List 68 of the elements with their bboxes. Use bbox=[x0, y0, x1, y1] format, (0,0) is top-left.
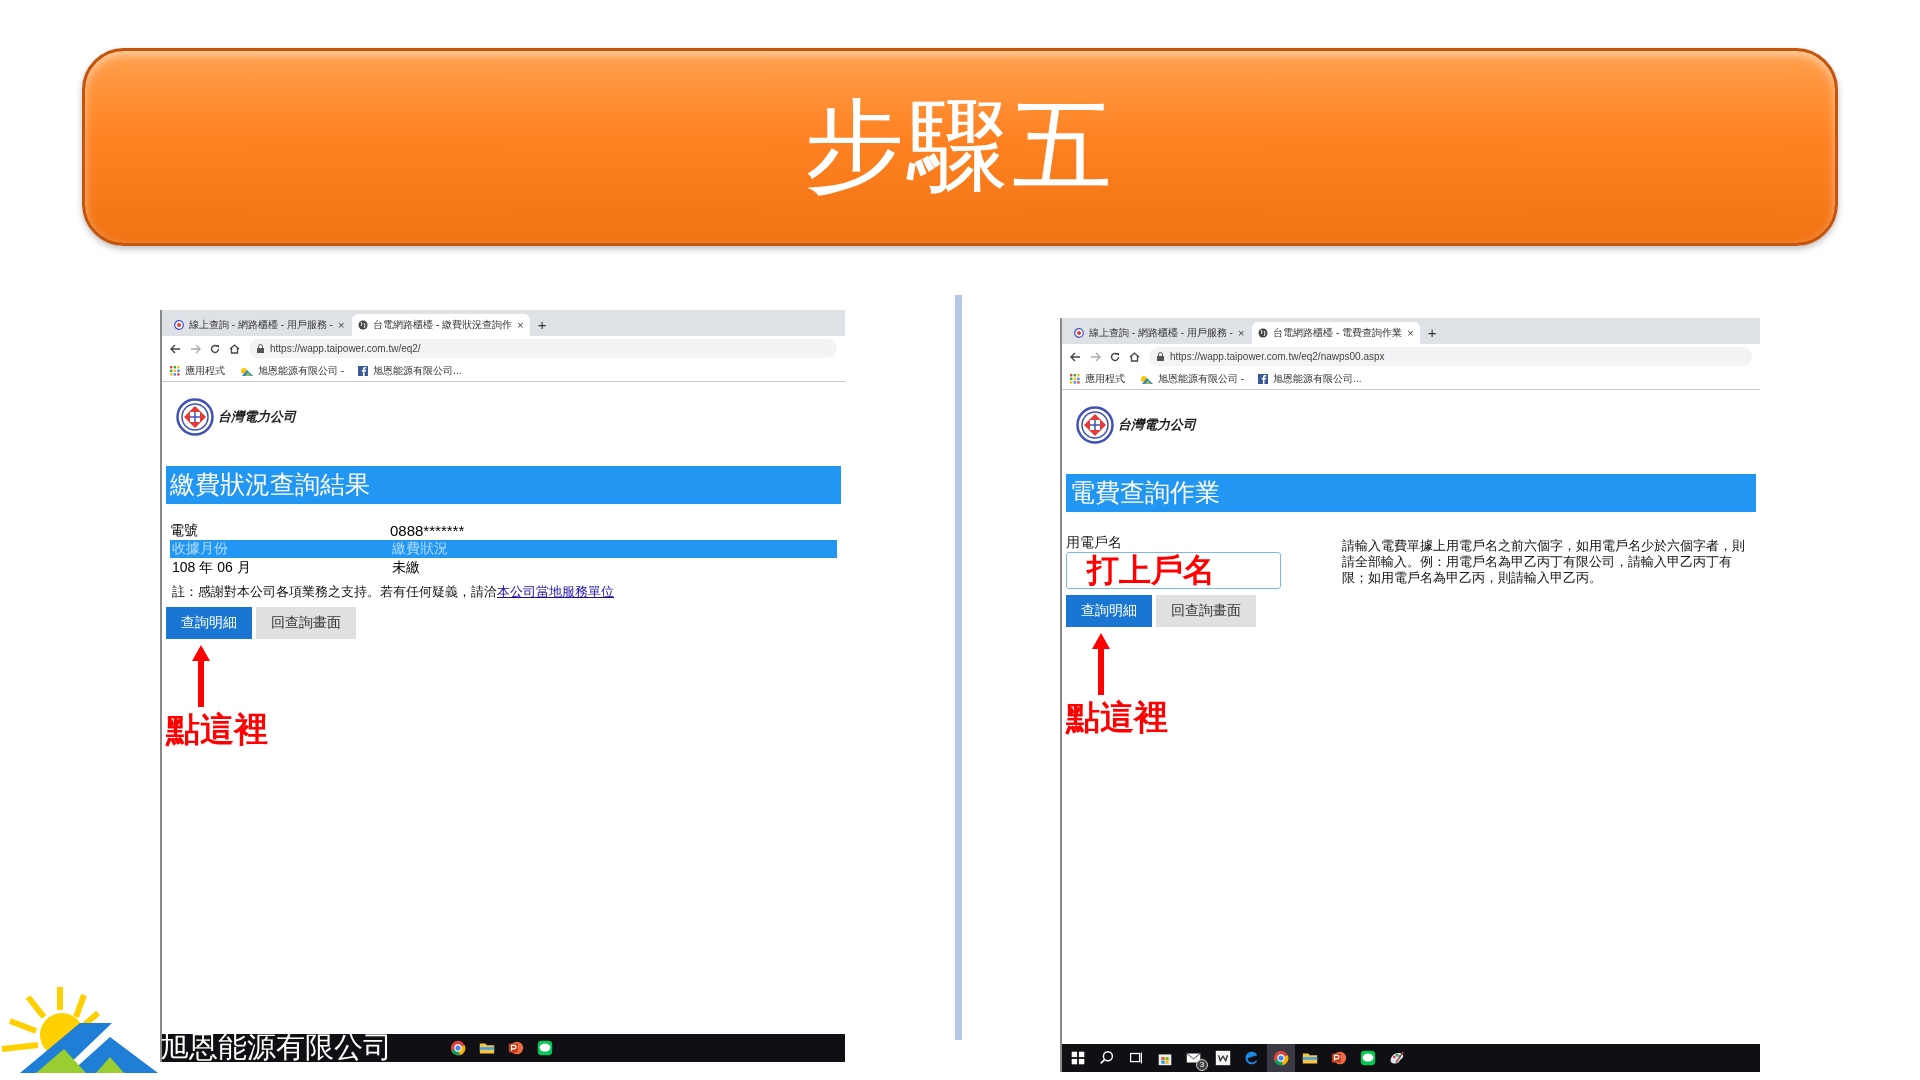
bookmark-item[interactable]: 旭恩能源有限公司... bbox=[1273, 372, 1362, 386]
facebook-icon bbox=[1258, 374, 1269, 384]
browser-tab[interactable]: 台電網路櫃檯 - 電費查詢作業 × bbox=[1252, 322, 1420, 344]
back-icon[interactable] bbox=[1070, 351, 1081, 362]
search-icon[interactable] bbox=[1098, 1049, 1116, 1067]
back-button[interactable]: 回查詢畫面 bbox=[256, 607, 356, 639]
column-header: 收據月份 bbox=[172, 540, 229, 558]
globe-icon bbox=[1258, 328, 1269, 338]
note-text: 註：感謝對本公司各項業務之支持。若有任何疑義，請洽本公司當地服務單位 bbox=[172, 583, 615, 601]
new-tab-button[interactable]: + bbox=[531, 316, 553, 336]
bookmark-item[interactable]: 旭恩能源有限公司 - bbox=[258, 364, 345, 378]
browser-tab[interactable]: 線上查詢 - 網路櫃檯 - 用戶服務 - × bbox=[1068, 322, 1251, 344]
address-bar[interactable]: https://wapp.taipower.com.tw/eq2/nawps00.aspx bbox=[1149, 347, 1752, 366]
badge-count: 3 bbox=[1196, 1059, 1208, 1071]
emblem-icon bbox=[174, 320, 184, 330]
start-icon[interactable] bbox=[1069, 1049, 1087, 1067]
emblem-icon bbox=[1076, 406, 1114, 444]
browser-tab[interactable]: 線上查詢 - 網路櫃檯 - 用戶服務 - × bbox=[168, 314, 351, 336]
query-details-button[interactable]: 查詢明細 bbox=[1066, 595, 1152, 627]
facebook-icon bbox=[358, 366, 369, 376]
emblem-icon bbox=[1074, 328, 1084, 338]
table-cell-text: 未繳 bbox=[392, 559, 421, 577]
service-link[interactable]: 本公司當地服務單位 bbox=[497, 584, 614, 599]
field-value: 0888******* bbox=[390, 522, 466, 540]
home-icon[interactable] bbox=[229, 343, 240, 354]
paint-icon[interactable] bbox=[1388, 1049, 1406, 1067]
page-heading: 電費查詢作業 bbox=[1066, 474, 1756, 512]
emblem-icon bbox=[176, 398, 214, 436]
company-name: 旭恩能源有限公司 bbox=[160, 1030, 392, 1064]
new-tab-button[interactable]: + bbox=[1421, 324, 1443, 344]
company-logo-text: 台灣電力公司 bbox=[1118, 416, 1196, 434]
w-icon[interactable] bbox=[1214, 1049, 1232, 1067]
lock-icon bbox=[1157, 352, 1164, 361]
table-cell-text: 108 年 06 月 bbox=[172, 559, 252, 577]
company-logo-text: 台灣電力公司 bbox=[218, 408, 296, 426]
back-icon[interactable] bbox=[170, 343, 181, 354]
column-header: 繳費狀況 bbox=[392, 540, 449, 558]
field-label: 用電戶名 bbox=[1066, 534, 1123, 552]
home-icon[interactable] bbox=[1129, 351, 1140, 362]
bookmark-item[interactable]: 旭恩能源有限公司... bbox=[373, 364, 462, 378]
back-button[interactable]: 回查詢畫面 bbox=[1156, 595, 1256, 627]
sun-icon bbox=[239, 366, 253, 376]
annotation-label: 點這裡 bbox=[1066, 696, 1168, 739]
browser-tab[interactable]: 台電網路櫃檯 - 繳費狀況查詢作 × bbox=[352, 314, 530, 336]
bookmark-item[interactable]: 應用程式 bbox=[185, 364, 225, 378]
apps-icon bbox=[1070, 374, 1080, 384]
reload-icon[interactable] bbox=[210, 343, 220, 354]
bookmark-item[interactable]: 旭恩能源有限公司 - bbox=[1158, 372, 1245, 386]
slide-title: 步驟五 bbox=[804, 89, 1116, 204]
powerpoint-icon[interactable] bbox=[1330, 1049, 1348, 1067]
arrow-icon bbox=[1092, 633, 1110, 695]
address-bar[interactable]: https://wapp.taipower.com.tw/eq2/ bbox=[249, 339, 837, 358]
chrome-icon[interactable] bbox=[1272, 1049, 1290, 1067]
annotation-label: 點這裡 bbox=[166, 708, 268, 751]
field-label: 電號 bbox=[170, 522, 199, 540]
globe-icon bbox=[358, 320, 369, 330]
query-details-button[interactable]: 查詢明細 bbox=[166, 607, 252, 639]
help-text: 請輸入電費單據上用電戶名之前六個字，如用電戶名少於六個字者，則請全部輸入。例：用電戶名為甲乙丙丁有限公司，請輸入甲乙丙丁有限；如用電戶名為甲乙丙，則請輸入甲乙丙。 bbox=[1342, 538, 1746, 587]
arrow-icon bbox=[192, 645, 210, 707]
apps-icon bbox=[170, 366, 180, 376]
chrome-icon[interactable] bbox=[449, 1039, 467, 1057]
powerpoint-icon[interactable] bbox=[507, 1039, 525, 1057]
lock-icon bbox=[257, 344, 264, 353]
reload-icon[interactable] bbox=[1110, 351, 1120, 362]
page-heading: 繳費狀況查詢結果 bbox=[166, 466, 841, 504]
sun-icon bbox=[1139, 374, 1153, 384]
name-field[interactable]: 打上戶名 bbox=[1066, 552, 1281, 589]
bookmark-item[interactable]: 應用程式 bbox=[1085, 372, 1125, 386]
